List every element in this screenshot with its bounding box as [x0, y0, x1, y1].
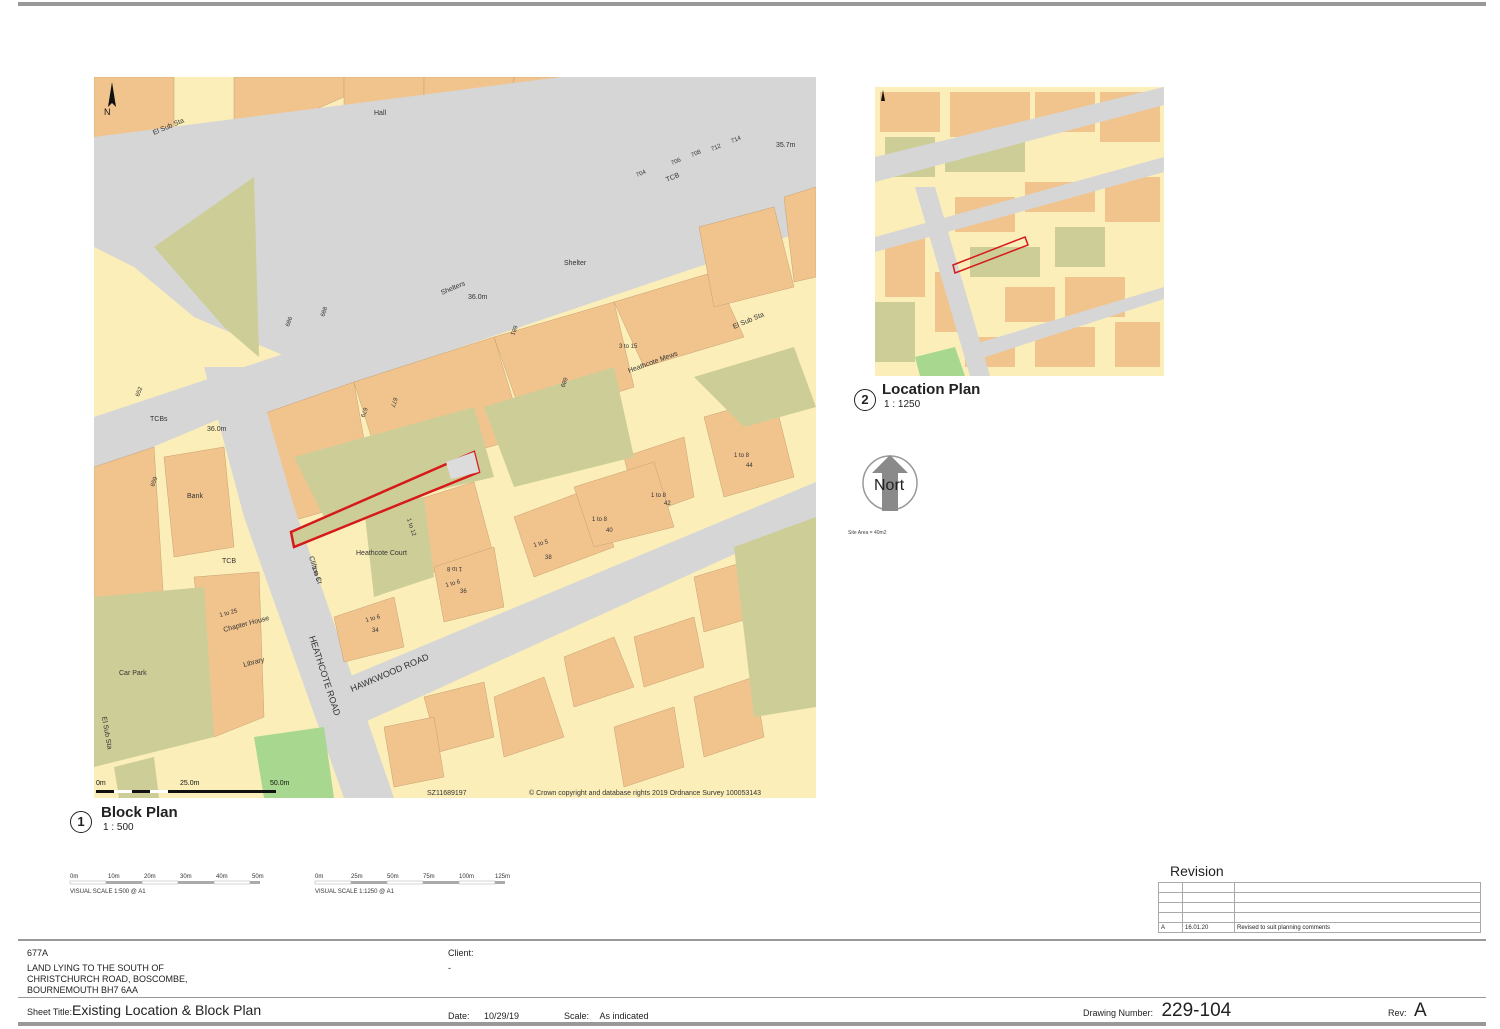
north-label: N: [104, 107, 111, 117]
address-line-3: BOURNEMOUTH BH7 6AA: [27, 985, 139, 995]
svg-text:44: 44: [746, 463, 753, 469]
label-car-park: Car Park: [119, 670, 147, 677]
svg-text:42: 42: [664, 501, 671, 507]
north-arrow-symbol: Nort: [862, 455, 918, 511]
revision-title: Revision: [1170, 863, 1224, 879]
svg-text:34: 34: [372, 628, 379, 634]
sheet-title: Existing Location & Block Plan: [72, 1002, 262, 1018]
scale-label: Scale:: [564, 1011, 590, 1021]
project-number: 677A: [27, 948, 49, 958]
address-line-1: LAND LYING TO THE SOUTH OF: [27, 963, 164, 973]
block-plan-map[interactable]: N HEATHCOTE ROAD HAWKWOOD ROAD El Sub St…: [94, 77, 816, 798]
bottom-border: [18, 1022, 1486, 1026]
label-tcbs: TCBs: [150, 416, 168, 423]
revision-row-date: 16.01.20: [1182, 922, 1235, 933]
svg-text:50m: 50m: [252, 874, 264, 880]
date-value: 10/29/19: [483, 1011, 520, 1021]
svg-text:50.0m: 50.0m: [270, 780, 290, 787]
label-tcb-2: TCB: [222, 558, 236, 565]
svg-text:25.0m: 25.0m: [180, 780, 200, 787]
label-hall: Hall: [374, 110, 387, 117]
site-area-note: Site Area = 40m2: [848, 530, 887, 536]
svg-text:25m: 25m: [351, 874, 363, 880]
revision-row: A 16.01.20 Revised to suit planning comm…: [1158, 922, 1481, 933]
svg-text:0m: 0m: [315, 874, 323, 880]
label-level-1: 35.7m: [776, 142, 796, 149]
svg-text:10m: 10m: [108, 874, 120, 880]
top-border: [18, 2, 1486, 6]
sheet-title-row: Sheet Title:Existing Location & Block Pl…: [27, 1002, 261, 1020]
sheet-title-label: Sheet Title:: [27, 1007, 73, 1017]
visual-scale-1500: 0m 10m 20m 30m 40m 50m VISUAL SCALE 1:50…: [69, 874, 264, 895]
block-plan-title: Block Plan: [101, 804, 178, 821]
svg-text:1 to 8: 1 to 8: [592, 517, 608, 523]
client-label: Client:: [448, 948, 474, 958]
label-level-2: 36.0m: [468, 294, 488, 301]
svg-text:0m: 0m: [70, 874, 78, 880]
svg-text:1 to 8: 1 to 8: [734, 453, 750, 459]
label-shelter: Shelter: [564, 260, 587, 267]
svg-text:40: 40: [606, 528, 613, 534]
label-bank: Bank: [187, 493, 203, 500]
location-plan-scale: 1 : 1250: [884, 399, 921, 410]
drawing-number: 229-104: [1161, 1000, 1232, 1021]
svg-text:VISUAL SCALE 1:500 @ A1: VISUAL SCALE 1:500 @ A1: [70, 889, 146, 895]
north-arrow-label: Nort: [874, 477, 905, 494]
address-line-2: CHRISTCHURCH ROAD, BOSCOMBE,: [27, 974, 188, 984]
drawing-number-row: Drawing Number: 229-104: [1083, 1000, 1231, 1022]
revision-table: A 16.01.20 Revised to suit planning comm…: [1158, 882, 1481, 933]
svg-text:40m: 40m: [216, 874, 228, 880]
svg-text:36: 36: [460, 589, 467, 595]
svg-text:1 to 8: 1 to 8: [651, 493, 667, 499]
location-plan-title: Location Plan: [882, 381, 981, 398]
rev-row: Rev: A: [1388, 1000, 1427, 1022]
location-plan-number: 2: [854, 389, 876, 411]
drawing-number-label: Drawing Number:: [1083, 1008, 1154, 1018]
svg-text:3 to 15: 3 to 15: [619, 344, 638, 350]
title-block-divider: [18, 997, 1486, 998]
svg-text:100m: 100m: [459, 874, 474, 880]
svg-text:20m: 20m: [144, 874, 156, 880]
svg-text:1 to 8: 1 to 8: [446, 565, 462, 571]
svg-text:VISUAL SCALE 1:1250 @ A1: VISUAL SCALE 1:1250 @ A1: [315, 889, 395, 895]
rev-value: A: [1413, 1000, 1427, 1021]
svg-text:30m: 30m: [180, 874, 192, 880]
client-value: -: [448, 963, 451, 973]
label-level-3: 36.0m: [207, 426, 227, 433]
copyright-text: © Crown copyright and database rights 20…: [529, 789, 761, 797]
grid-reference: SZ11689197: [427, 790, 467, 797]
svg-text:50m: 50m: [387, 874, 399, 880]
revision-row-description: Revised to suit planning comments: [1234, 922, 1481, 933]
svg-text:75m: 75m: [423, 874, 435, 880]
svg-text:125m: 125m: [495, 874, 510, 880]
scale-value: As indicated: [599, 1011, 649, 1021]
title-block-top-border: [18, 939, 1486, 941]
block-plan-number: 1: [70, 811, 92, 833]
revision-row-rev: A: [1158, 922, 1183, 933]
block-plan-scale: 1 : 500: [103, 822, 134, 833]
location-plan-map[interactable]: [875, 87, 1164, 376]
svg-text:0m: 0m: [96, 780, 106, 787]
svg-text:38: 38: [545, 555, 552, 561]
date-label: Date:: [448, 1011, 470, 1021]
visual-scale-11250: 0m 25m 50m 75m 100m 125m VISUAL SCALE 1:…: [314, 874, 510, 895]
rev-label: Rev:: [1388, 1008, 1407, 1018]
label-heathcote-court: Heathcote Court: [356, 550, 407, 557]
grass-strip: [254, 727, 334, 798]
